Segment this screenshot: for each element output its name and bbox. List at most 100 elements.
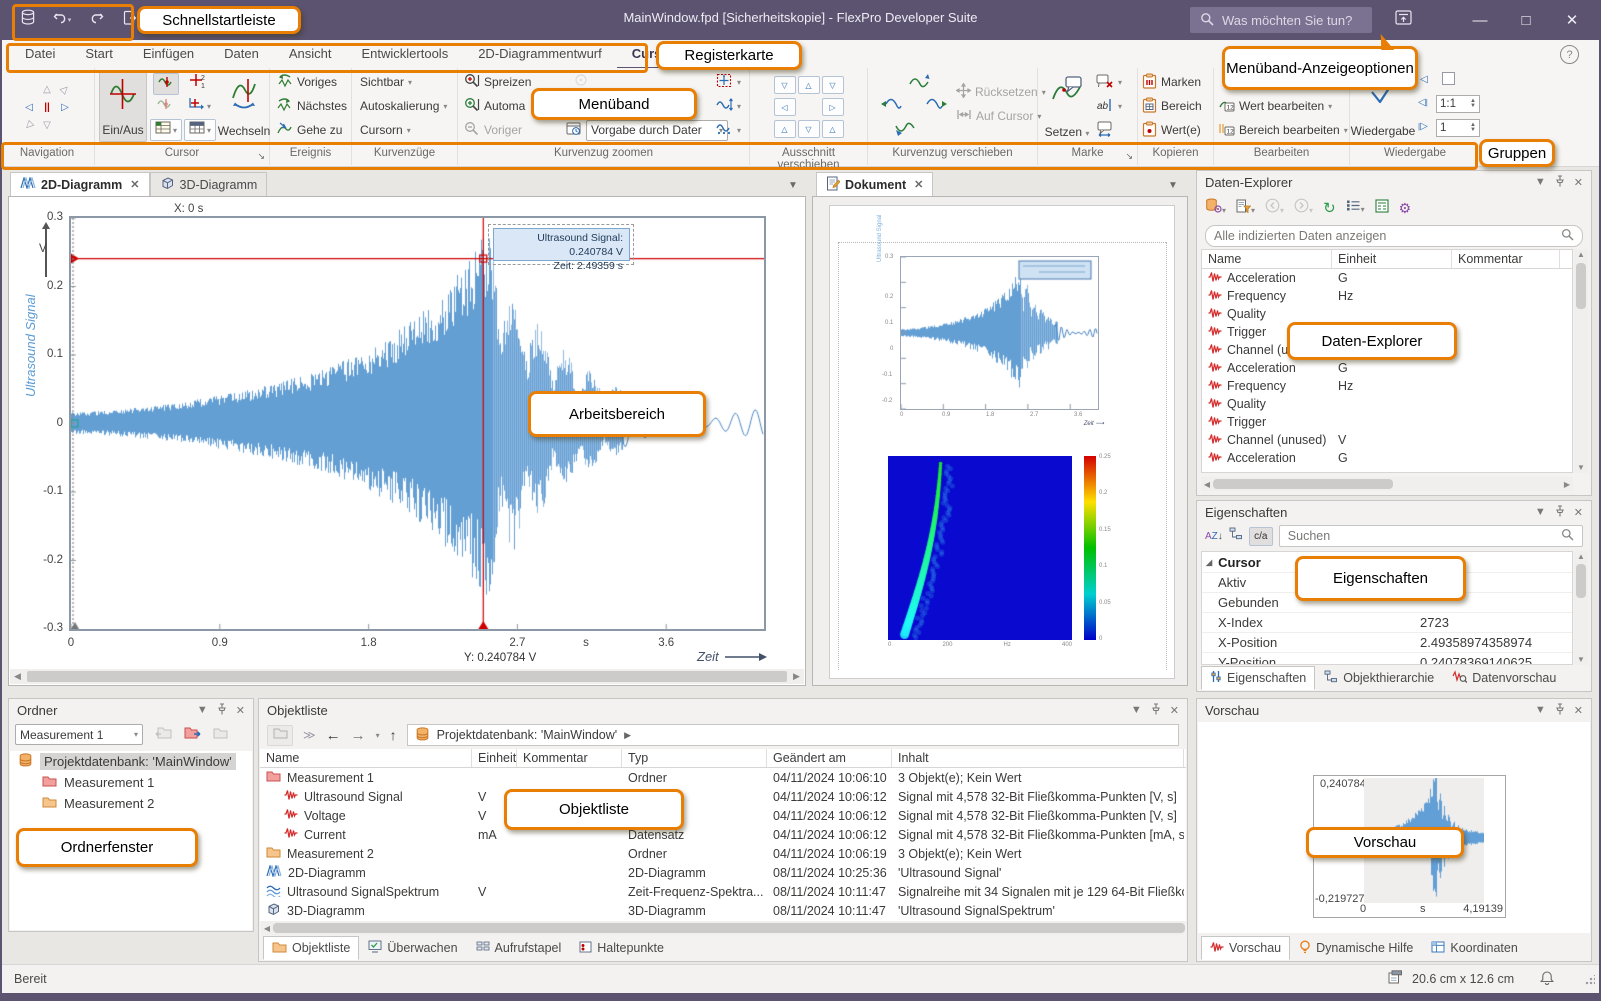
chart-hscrollbar[interactable]: ◀▶ [10, 669, 804, 684]
event-next-button[interactable]: Nächstes [276, 94, 351, 118]
close-button[interactable]: ✕ [1549, 0, 1595, 40]
pin-icon[interactable] [1555, 703, 1565, 718]
tab-haltepunkte[interactable]: Haltepunkte [570, 936, 673, 960]
ribbon-tab-einfügen[interactable]: Einfügen [128, 40, 209, 67]
data-explorer-row[interactable]: AccelerationG [1202, 269, 1572, 287]
curves-visible-dropdown[interactable]: Sichtbar▾ [360, 70, 457, 94]
zoom-default-combo[interactable]: Vorgabe durch Dater▾ [586, 120, 728, 141]
pin-icon[interactable] [1151, 703, 1161, 718]
refresh-icon[interactable]: ↻ [1323, 199, 1336, 217]
mark-set-button[interactable]: Setzen ▾ [1042, 72, 1092, 142]
play-speed-spinner[interactable]: 1▲▼ [1436, 119, 1480, 137]
tree-item[interactable]: Measurement 2 [10, 793, 252, 814]
panel-menu-icon[interactable]: ▼ [1535, 506, 1546, 518]
close-icon[interactable]: ✕ [236, 704, 245, 717]
minimize-button[interactable]: — [1457, 0, 1503, 40]
nav-left-icon[interactable]: ◁ [25, 102, 33, 113]
column-header[interactable]: Inhalt [892, 749, 1184, 767]
tell-me-search[interactable]: Was möchten Sie tun? [1190, 7, 1372, 33]
data-explorer-row[interactable]: Quality [1202, 305, 1572, 323]
pin-icon[interactable] [217, 703, 227, 718]
shift-oncursor-dropdown[interactable]: Auf Cursor▾ [956, 104, 1041, 128]
column-header[interactable]: Einheit [1332, 250, 1452, 268]
edit-value-dropdown[interactable]: 12Wert bearbeiten▾ [1218, 94, 1349, 118]
sort-az-button[interactable]: AZ↓ [1205, 531, 1223, 542]
pan-btn-2[interactable]: △ [798, 76, 820, 94]
cursor-style2-button[interactable] [153, 96, 177, 116]
ribbon-tab-start[interactable]: Start [70, 40, 127, 67]
properties-search[interactable]: Suchen [1279, 525, 1583, 547]
panel-menu-icon[interactable]: ▼ [1535, 176, 1546, 188]
close-icon[interactable]: ✕ [1574, 176, 1583, 189]
document-view[interactable]: 0.3 0.2 0.1 0 -0.1 -0.2 Ultrasound Signa… [812, 196, 1188, 686]
object-list-row[interactable]: CurrentmADatensatz04/11/2024 10:06:12Sig… [260, 825, 1186, 844]
ribbon-tab-daten[interactable]: Daten [209, 40, 274, 67]
tab-objektliste[interactable]: Objektliste [263, 936, 359, 960]
panel-menu-icon[interactable]: ▼ [197, 704, 208, 716]
column-header[interactable]: Kommentar [1452, 250, 1560, 268]
edit-range-dropdown[interactable]: 12Bereich bearbeiten▾ [1218, 118, 1349, 142]
panel-menu-icon[interactable]: ▼ [1131, 704, 1142, 716]
data-explorer-search[interactable]: Alle indizierten Daten anzeigen [1205, 225, 1583, 247]
data-explorer-table[interactable]: NameEinheitKommentar AccelerationGFreque… [1201, 249, 1573, 473]
object-list-row[interactable]: 3D-Diagramm3D-Diagramm08/11/2024 10:11:4… [260, 901, 1186, 920]
marke-dialog-launcher[interactable]: ↘ [1125, 151, 1133, 162]
pan-btn-5[interactable]: ▷ [822, 98, 844, 116]
copy-values-button[interactable]: Wert(e) [1142, 118, 1213, 142]
bell-icon[interactable] [1540, 970, 1554, 988]
data-explorer-row[interactable]: Channel (unused)V [1202, 431, 1572, 449]
filter-view-button[interactable]: ▾ [1236, 199, 1255, 218]
pan-btn-1[interactable]: ▽ [774, 76, 796, 94]
cursor-dialog-launcher[interactable]: ↘ [257, 151, 265, 162]
object-list-row[interactable]: Ultrasound SignalVDatensatz04/11/2024 10… [260, 787, 1186, 806]
tree-item[interactable]: Measurement 1 [10, 772, 252, 793]
resize-grip[interactable] [1585, 975, 1595, 985]
forward-button[interactable]: ▾ [1294, 198, 1313, 218]
close-icon[interactable]: ✕ [1170, 704, 1179, 717]
column-header[interactable]: Kommentar [517, 749, 622, 767]
ribbon-tab-entwicklertools[interactable]: Entwicklertools [347, 40, 464, 67]
data-explorer-vscroll[interactable]: ▲▼ [1574, 249, 1588, 473]
zoom-previous-button[interactable]: Voriger [464, 118, 522, 142]
tab-eigenschaften[interactable]: Eigenschaften [1201, 666, 1315, 690]
back-button[interactable]: ▾ [1265, 198, 1284, 218]
play-checkbox[interactable] [1442, 72, 1455, 85]
nav-right-icon[interactable]: ▷ [61, 102, 69, 113]
object-list-row[interactable]: Ultrasound SignalSpektrumVZeit-Frequenz-… [260, 882, 1186, 901]
folder-goto-button[interactable] [184, 726, 201, 744]
play-left-icon[interactable]: ◁ [1420, 74, 1428, 85]
properties-vscroll[interactable]: ▲▼ [1574, 551, 1588, 665]
pin-icon[interactable] [1555, 175, 1565, 190]
object-list-row[interactable]: VoltageVDatensatz04/11/2024 10:06:12Sign… [260, 806, 1186, 825]
pan-btn-6[interactable]: △ [774, 120, 796, 138]
property-row[interactable]: Y-Position0.24078369140625 [1202, 652, 1572, 665]
breadcrumb[interactable]: Projektdatenbank: 'MainWindow' ▶ [407, 724, 1179, 746]
collapse-all-icon[interactable]: ≫ [303, 728, 316, 742]
shift-right-icon[interactable] [926, 94, 948, 119]
ribbon-display-options-button[interactable] [1392, 10, 1414, 30]
gear-icon[interactable]: ⚙ [1399, 200, 1412, 217]
cursor-table1-button[interactable]: ▾ [150, 119, 182, 141]
zoom-opt2-button[interactable]: ▾ [716, 94, 741, 118]
column-header[interactable]: Name [260, 749, 472, 767]
shift-left-icon[interactable] [880, 94, 902, 119]
mark-label-button[interactable]: ab▾ [1096, 94, 1122, 118]
column-header[interactable]: Geändert am [767, 749, 892, 767]
panel-menu-icon[interactable]: ▼ [1535, 704, 1546, 716]
pan-btn-3[interactable]: ▽ [822, 76, 844, 94]
event-goto-button[interactable]: Gehe zu [276, 118, 351, 142]
tab-close-icon[interactable]: ✕ [130, 178, 139, 191]
cursor-wechseln-button[interactable]: Wechseln [219, 72, 269, 142]
data-explorer-row[interactable]: Trigger [1202, 413, 1572, 431]
data-explorer-row[interactable]: FrequencyHz [1202, 377, 1572, 395]
zoom-opt3-button[interactable]: ▾ [716, 118, 741, 142]
open-folder-button[interactable] [267, 725, 293, 746]
curves-cursors-dropdown[interactable]: Cursorn▾ [360, 118, 457, 142]
object-list-hscroll[interactable]: ◀ [261, 921, 1185, 935]
tab-überwachen[interactable]: Überwachen [359, 936, 466, 960]
nav-upright-icon[interactable]: △ [58, 82, 71, 95]
calc-columns-button[interactable] [1375, 199, 1389, 218]
tab-2d-diagramm[interactable]: 2D-Diagramm✕ [10, 172, 150, 196]
data-explorer-hscroll[interactable]: ◀ ▶ [1201, 477, 1573, 491]
up-arrow-icon[interactable]: ↑ [390, 727, 397, 743]
